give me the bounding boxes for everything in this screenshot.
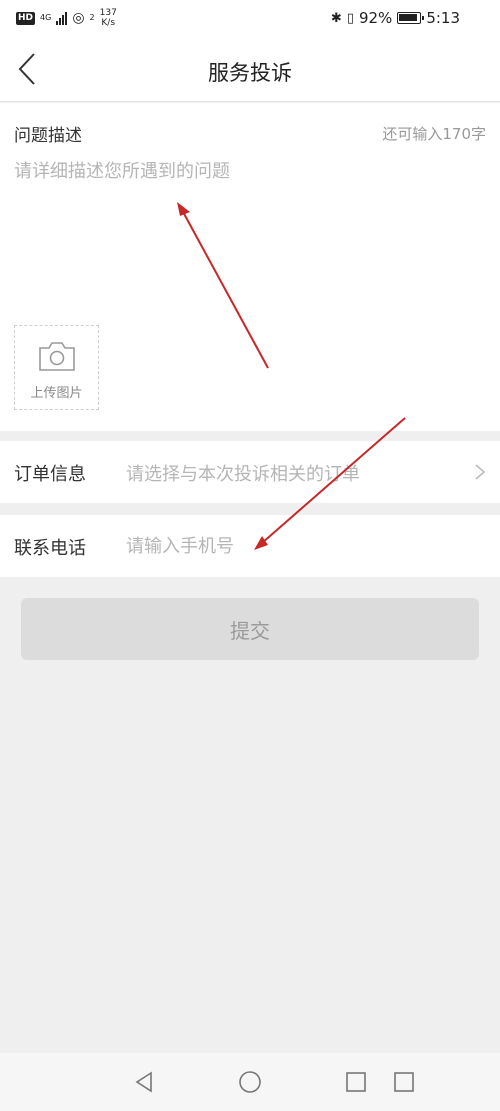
order-info-row[interactable]: 订单信息 请选择与本次投诉相关的订单 [0, 441, 500, 503]
upload-label: 上传图片 [30, 386, 83, 401]
system-nav-bar [0, 1053, 500, 1111]
net-speed-value: 137 [99, 8, 117, 18]
nav-extra-icon[interactable] [389, 1067, 419, 1097]
bluetooth-icon: ✱ [330, 10, 342, 26]
wifi-level: 2 [89, 13, 95, 22]
network-type: 4G [40, 13, 52, 22]
signal-icon [56, 11, 68, 25]
chevron-right-icon [475, 464, 486, 480]
nav-recents-icon[interactable] [341, 1067, 371, 1097]
clock: 5:13 [426, 9, 460, 27]
camera-icon [39, 342, 75, 371]
vibrate-icon: ▯ [346, 10, 354, 26]
nav-home-icon[interactable] [235, 1067, 265, 1097]
status-left: HD 4G ◎ 2 137 K/s [16, 8, 117, 28]
battery-icon [397, 12, 425, 24]
page-title: 服务投诉 [208, 61, 292, 85]
status-right: ✱ ▯ 92% 5:13 [331, 9, 460, 27]
submit-button[interactable]: 提交 [21, 598, 479, 660]
wifi-icon: ◎ [72, 10, 85, 26]
upload-image-button[interactable]: 上传图片 [14, 325, 99, 410]
net-speed: 137 K/s [100, 8, 117, 28]
order-select[interactable]: 请选择与本次投诉相关的订单 [126, 460, 360, 486]
nav-back-icon[interactable] [129, 1067, 159, 1097]
battery-percent: 92% [358, 9, 393, 27]
description-input[interactable] [14, 157, 484, 307]
char-counter: 还可输入170字 [382, 125, 486, 143]
net-speed-unit: K/s [101, 18, 116, 28]
phone-input[interactable] [126, 529, 466, 563]
phone-row: 联系电话 [0, 515, 500, 577]
status-bar: HD 4G ◎ 2 137 K/s ✱ ▯ 92% 5:13 [0, 0, 500, 36]
phone-label: 联系电话 [14, 538, 86, 559]
description-label: 问题描述 [14, 126, 82, 146]
description-card: 问题描述 还可输入170字 上传图片 [0, 103, 500, 431]
title-bar: 服务投诉 [0, 36, 500, 102]
hd-badge: HD [16, 11, 36, 25]
order-label: 订单信息 [14, 464, 86, 485]
